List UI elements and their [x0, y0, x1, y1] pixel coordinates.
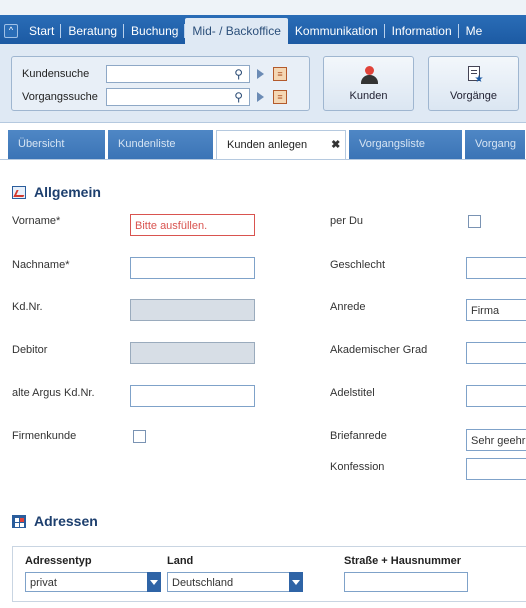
- vorgangssuche-row: Vorgangssuche ⚲ ≡: [22, 87, 287, 107]
- kundensuche-input[interactable]: ⚲: [106, 65, 250, 83]
- kdnr-label: Kd.Nr.: [12, 301, 43, 313]
- nav-tabs: Start Beratung Buchung Mid- / Backoffice…: [22, 18, 489, 44]
- debitor-field: [130, 342, 255, 364]
- akad-grad-label: Akademischer Grad: [330, 344, 428, 356]
- anrede-field[interactable]: Firma: [466, 299, 526, 321]
- close-icon[interactable]: ✖: [331, 139, 340, 151]
- land-value: Deutschland: [172, 577, 234, 589]
- kunden-button-label: Kunden: [349, 90, 388, 102]
- arrow-right-icon[interactable]: [257, 69, 264, 79]
- address-book-icon[interactable]: ≡: [273, 90, 287, 104]
- customer-form: Allgemein Vorname* Bitte ausfüllen. Nach…: [0, 159, 526, 608]
- alte-argus-field[interactable]: [130, 385, 255, 407]
- arrow-right-icon[interactable]: [257, 92, 264, 102]
- land-select[interactable]: Deutschland: [167, 572, 303, 592]
- address-icon: [12, 514, 26, 528]
- briefanrede-field[interactable]: Sehr geehr: [466, 429, 526, 451]
- nav-tab-backoffice[interactable]: Mid- / Backoffice: [185, 18, 288, 44]
- document-icon: ★: [465, 66, 483, 85]
- kunden-button[interactable]: Kunden: [323, 56, 414, 111]
- adressentyp-select[interactable]: privat: [25, 572, 161, 592]
- subtabs: Übersicht Kundenliste Kunden anlegen ✖ Vo…: [8, 130, 525, 159]
- search-icon[interactable]: ⚲: [234, 67, 243, 81]
- nav-tab-buchung[interactable]: Buchung: [124, 18, 186, 44]
- section-adressen-title: Adressen: [34, 513, 98, 529]
- adressentyp-value: privat: [30, 577, 57, 589]
- akad-grad-field[interactable]: [466, 342, 526, 364]
- vorgangssuche-input[interactable]: ⚲: [106, 88, 250, 106]
- address-table: Adressentyp Land Straße + Hausnummer pri…: [12, 546, 526, 602]
- geschlecht-label: Geschlecht: [330, 259, 386, 271]
- chart-icon: [12, 185, 26, 199]
- debitor-label: Debitor: [12, 344, 48, 356]
- anrede-label: Anrede: [330, 301, 366, 313]
- tab-kunden-anlegen-label: Kunden anlegen: [227, 139, 308, 151]
- main-navigation: ^ Start Beratung Buchung Mid- / Backoffi…: [0, 0, 526, 44]
- vorgaenge-button[interactable]: ★ Vorgänge: [428, 56, 519, 111]
- perdu-label: per Du: [330, 215, 364, 227]
- firmenkunde-checkbox[interactable]: [133, 430, 146, 443]
- nav-tab-beratung[interactable]: Beratung: [61, 18, 124, 44]
- vorgangssuche-label: Vorgangssuche: [22, 91, 98, 103]
- nav-tab-start[interactable]: Start: [22, 18, 62, 44]
- kdnr-field: [130, 299, 255, 321]
- section-allgemein: Allgemein: [12, 184, 101, 200]
- collapse-icon[interactable]: ^: [4, 24, 18, 38]
- toolbar: Kundensuche ⚲ ≡ Vorgangssuche ⚲ ≡ Kunden: [0, 44, 526, 123]
- alte-argus-label: alte Argus Kd.Nr.: [12, 387, 95, 399]
- tab-kunden-anlegen[interactable]: Kunden anlegen ✖: [216, 130, 346, 159]
- nav-tab-kommunikation[interactable]: Kommunikation: [288, 18, 385, 44]
- chevron-down-icon[interactable]: [147, 572, 161, 592]
- tab-kundenliste[interactable]: Kundenliste: [108, 130, 213, 159]
- customer-icon: [360, 66, 378, 84]
- adelstitel-label: Adelstitel: [330, 387, 375, 399]
- address-book-icon[interactable]: ≡: [273, 67, 287, 81]
- perdu-checkbox[interactable]: [468, 215, 481, 228]
- col-land: Land: [167, 555, 194, 567]
- tab-vorgangsliste[interactable]: Vorgangsliste: [349, 130, 462, 159]
- nav-tab-information[interactable]: Information: [385, 18, 459, 44]
- chevron-down-icon[interactable]: [289, 572, 303, 592]
- vorname-field[interactable]: Bitte ausfüllen.: [130, 214, 255, 236]
- section-adressen: Adressen: [12, 513, 98, 529]
- vorname-label: Vorname*: [12, 215, 61, 227]
- vorgaenge-button-label: Vorgänge: [449, 90, 498, 102]
- tab-uebersicht[interactable]: Übersicht: [8, 130, 105, 159]
- section-allgemein-title: Allgemein: [34, 184, 101, 200]
- adelstitel-field[interactable]: [466, 385, 526, 407]
- strasse-field[interactable]: [344, 572, 468, 592]
- search-panel: Kundensuche ⚲ ≡ Vorgangssuche ⚲ ≡: [11, 56, 310, 111]
- col-adressentyp: Adressentyp: [25, 555, 92, 567]
- firmenkunde-label: Firmenkunde: [12, 430, 77, 442]
- konfession-label: Konfession: [330, 461, 385, 473]
- briefanrede-label: Briefanrede: [330, 430, 387, 442]
- nav-tab-me[interactable]: Me: [459, 18, 490, 44]
- nachname-field[interactable]: [130, 257, 255, 279]
- search-icon[interactable]: ⚲: [234, 90, 243, 104]
- kundensuche-row: Kundensuche ⚲ ≡: [22, 64, 287, 84]
- geschlecht-field[interactable]: [466, 257, 526, 279]
- konfession-field[interactable]: [466, 458, 526, 480]
- nachname-label: Nachname*: [12, 259, 70, 271]
- kundensuche-label: Kundensuche: [22, 68, 90, 80]
- tab-vorgang[interactable]: Vorgang: [465, 130, 525, 159]
- col-strasse: Straße + Hausnummer: [344, 555, 462, 567]
